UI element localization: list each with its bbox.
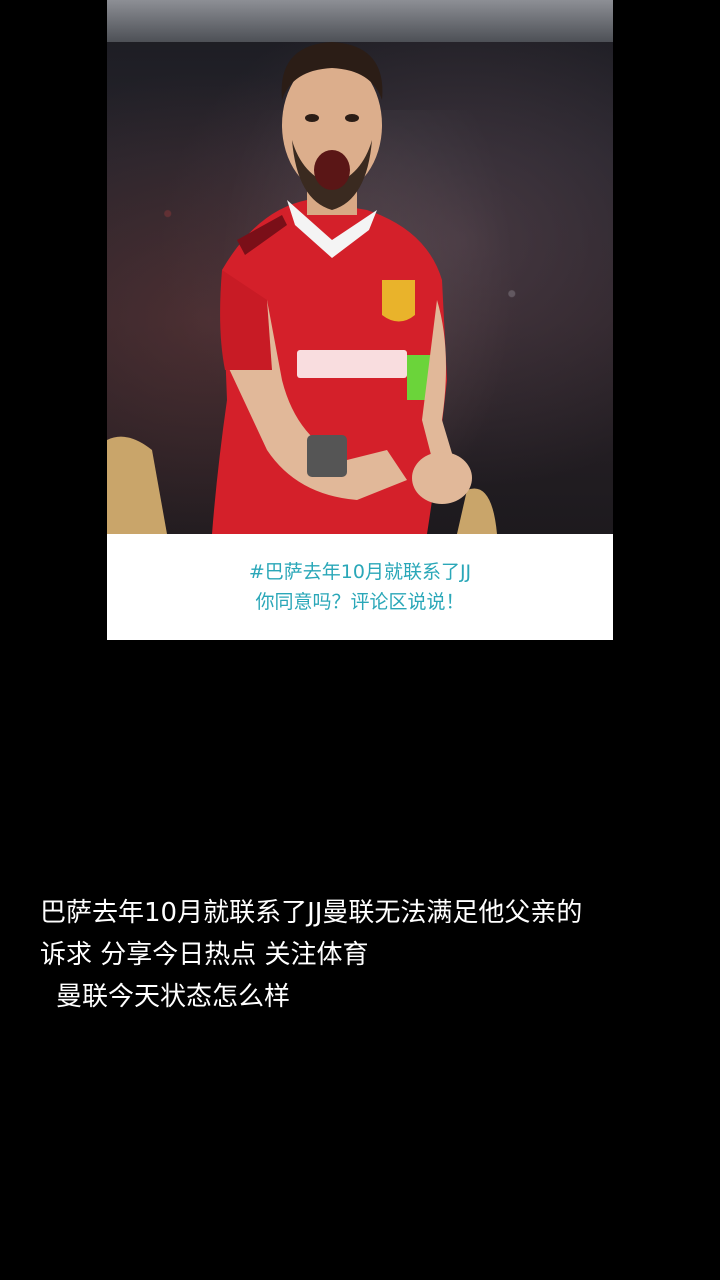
description-line-1: 巴萨去年10月就联系了JJ曼联无法满足他父亲的 [40,898,583,928]
post-card[interactable]: #巴萨去年10月就联系了JJ 你同意吗？评论区说说！ [107,0,613,640]
caption-question: 你同意吗？评论区说说！ [255,591,465,613]
post-caption: #巴萨去年10月就联系了JJ 你同意吗？评论区说说！ [107,534,613,640]
description-line-2: 诉求 分享今日热点 关注体育 [40,940,369,970]
video-screen[interactable]: #巴萨去年10月就联系了JJ 你同意吗？评论区说说！ 巴萨去年10月就联系了JJ… [0,0,720,1280]
player-illustration [107,42,497,534]
caption-hashtag[interactable]: #巴萨去年10月就联系了JJ [249,557,471,587]
video-description: 巴萨去年10月就联系了JJ曼联无法满足他父亲的 诉求 分享今日热点 关注体育 曼… [40,892,690,1018]
player-photo [107,0,613,534]
description-line-3: 曼联今天状态怎么样 [56,982,291,1012]
